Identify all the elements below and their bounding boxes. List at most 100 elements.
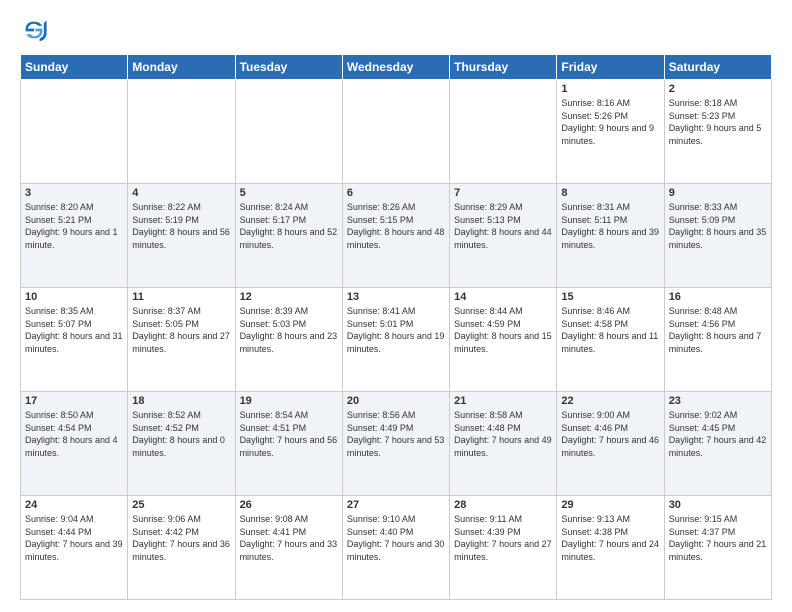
- calendar-week-row: 3 Sunrise: 8:20 AM Sunset: 5:21 PM Daylig…: [21, 184, 772, 288]
- calendar-cell: 17 Sunrise: 8:50 AM Sunset: 4:54 PM Dayli…: [21, 392, 128, 496]
- calendar-cell: 1 Sunrise: 8:16 AM Sunset: 5:26 PM Daylig…: [557, 80, 664, 184]
- calendar-cell: 28 Sunrise: 9:11 AM Sunset: 4:39 PM Dayli…: [450, 496, 557, 600]
- day-info: Sunrise: 8:52 AM Sunset: 4:52 PM Dayligh…: [132, 409, 230, 459]
- day-number: 12: [240, 291, 338, 303]
- day-number: 21: [454, 395, 552, 407]
- day-info: Sunrise: 8:31 AM Sunset: 5:11 PM Dayligh…: [561, 201, 659, 251]
- day-info: Sunrise: 8:54 AM Sunset: 4:51 PM Dayligh…: [240, 409, 338, 459]
- calendar-day-header-thursday: Thursday: [450, 55, 557, 80]
- day-info: Sunrise: 9:04 AM Sunset: 4:44 PM Dayligh…: [25, 513, 123, 563]
- day-number: 27: [347, 499, 445, 511]
- day-number: 25: [132, 499, 230, 511]
- calendar-table: SundayMondayTuesdayWednesdayThursdayFrid…: [20, 54, 772, 600]
- day-number: 18: [132, 395, 230, 407]
- calendar-cell: 22 Sunrise: 9:00 AM Sunset: 4:46 PM Dayli…: [557, 392, 664, 496]
- logo: [20, 16, 54, 44]
- day-number: 16: [669, 291, 767, 303]
- calendar-day-header-saturday: Saturday: [664, 55, 771, 80]
- calendar-header-row: SundayMondayTuesdayWednesdayThursdayFrid…: [21, 55, 772, 80]
- calendar-cell: 12 Sunrise: 8:39 AM Sunset: 5:03 PM Dayli…: [235, 288, 342, 392]
- calendar-week-row: 17 Sunrise: 8:50 AM Sunset: 4:54 PM Dayli…: [21, 392, 772, 496]
- calendar-cell: 15Sunrise: 8:46 AM Sunset: 4:58 PM Dayli…: [557, 288, 664, 392]
- day-number: 11: [132, 291, 230, 303]
- day-number: 5: [240, 187, 338, 199]
- calendar-cell: [235, 80, 342, 184]
- header: [20, 16, 772, 44]
- calendar-cell: 14 Sunrise: 8:44 AM Sunset: 4:59 PM Dayli…: [450, 288, 557, 392]
- day-number: 2: [669, 83, 767, 95]
- day-number: 20: [347, 395, 445, 407]
- day-number: 17: [25, 395, 123, 407]
- calendar-cell: 13Sunrise: 8:41 AM Sunset: 5:01 PM Dayli…: [342, 288, 449, 392]
- calendar-week-row: 1 Sunrise: 8:16 AM Sunset: 5:26 PM Daylig…: [21, 80, 772, 184]
- day-number: 24: [25, 499, 123, 511]
- day-info: Sunrise: 9:11 AM Sunset: 4:39 PM Dayligh…: [454, 513, 552, 563]
- calendar-cell: 23Sunrise: 9:02 AM Sunset: 4:45 PM Dayli…: [664, 392, 771, 496]
- calendar-cell: [128, 80, 235, 184]
- calendar-cell: 21 Sunrise: 8:58 AM Sunset: 4:48 PM Dayli…: [450, 392, 557, 496]
- day-info: Sunrise: 8:58 AM Sunset: 4:48 PM Dayligh…: [454, 409, 552, 459]
- day-number: 13: [347, 291, 445, 303]
- day-info: Sunrise: 8:29 AM Sunset: 5:13 PM Dayligh…: [454, 201, 552, 251]
- day-info: Sunrise: 8:39 AM Sunset: 5:03 PM Dayligh…: [240, 305, 338, 355]
- day-number: 15: [561, 291, 659, 303]
- day-number: 7: [454, 187, 552, 199]
- day-number: 8: [561, 187, 659, 199]
- day-info: Sunrise: 9:02 AM Sunset: 4:45 PM Dayligh…: [669, 409, 767, 459]
- calendar-cell: 11 Sunrise: 8:37 AM Sunset: 5:05 PM Dayli…: [128, 288, 235, 392]
- calendar-day-header-monday: Monday: [128, 55, 235, 80]
- day-number: 19: [240, 395, 338, 407]
- day-info: Sunrise: 9:06 AM Sunset: 4:42 PM Dayligh…: [132, 513, 230, 563]
- calendar-week-row: 10 Sunrise: 8:35 AM Sunset: 5:07 PM Dayli…: [21, 288, 772, 392]
- day-number: 26: [240, 499, 338, 511]
- day-info: Sunrise: 9:00 AM Sunset: 4:46 PM Dayligh…: [561, 409, 659, 459]
- calendar-day-header-friday: Friday: [557, 55, 664, 80]
- day-info: Sunrise: 8:35 AM Sunset: 5:07 PM Dayligh…: [25, 305, 123, 355]
- day-number: 9: [669, 187, 767, 199]
- calendar-cell: 8 Sunrise: 8:31 AM Sunset: 5:11 PM Daylig…: [557, 184, 664, 288]
- logo-icon: [20, 16, 48, 44]
- day-info: Sunrise: 8:50 AM Sunset: 4:54 PM Dayligh…: [25, 409, 123, 459]
- calendar-cell: 10 Sunrise: 8:35 AM Sunset: 5:07 PM Dayli…: [21, 288, 128, 392]
- calendar-cell: 6 Sunrise: 8:26 AM Sunset: 5:15 PM Daylig…: [342, 184, 449, 288]
- calendar-week-row: 24 Sunrise: 9:04 AM Sunset: 4:44 PM Dayli…: [21, 496, 772, 600]
- calendar-cell: 19 Sunrise: 8:54 AM Sunset: 4:51 PM Dayli…: [235, 392, 342, 496]
- calendar-cell: [21, 80, 128, 184]
- calendar-cell: 30Sunrise: 9:15 AM Sunset: 4:37 PM Dayli…: [664, 496, 771, 600]
- day-number: 3: [25, 187, 123, 199]
- day-number: 6: [347, 187, 445, 199]
- calendar-day-header-tuesday: Tuesday: [235, 55, 342, 80]
- calendar-cell: 16 Sunrise: 8:48 AM Sunset: 4:56 PM Dayli…: [664, 288, 771, 392]
- day-info: Sunrise: 8:48 AM Sunset: 4:56 PM Dayligh…: [669, 305, 767, 355]
- calendar-day-header-sunday: Sunday: [21, 55, 128, 80]
- day-info: Sunrise: 9:15 AM Sunset: 4:37 PM Dayligh…: [669, 513, 767, 563]
- day-info: Sunrise: 8:24 AM Sunset: 5:17 PM Dayligh…: [240, 201, 338, 251]
- calendar-cell: [342, 80, 449, 184]
- day-info: Sunrise: 8:20 AM Sunset: 5:21 PM Dayligh…: [25, 201, 123, 251]
- day-info: Sunrise: 8:56 AM Sunset: 4:49 PM Dayligh…: [347, 409, 445, 459]
- day-info: Sunrise: 8:44 AM Sunset: 4:59 PM Dayligh…: [454, 305, 552, 355]
- calendar-cell: 2Sunrise: 8:18 AM Sunset: 5:23 PM Daylig…: [664, 80, 771, 184]
- day-number: 28: [454, 499, 552, 511]
- calendar-cell: 29 Sunrise: 9:13 AM Sunset: 4:38 PM Dayli…: [557, 496, 664, 600]
- day-info: Sunrise: 8:16 AM Sunset: 5:26 PM Dayligh…: [561, 97, 659, 147]
- day-info: Sunrise: 9:13 AM Sunset: 4:38 PM Dayligh…: [561, 513, 659, 563]
- calendar-cell: 3 Sunrise: 8:20 AM Sunset: 5:21 PM Daylig…: [21, 184, 128, 288]
- day-number: 1: [561, 83, 659, 95]
- day-info: Sunrise: 8:22 AM Sunset: 5:19 PM Dayligh…: [132, 201, 230, 251]
- day-number: 14: [454, 291, 552, 303]
- calendar-cell: 9 Sunrise: 8:33 AM Sunset: 5:09 PM Daylig…: [664, 184, 771, 288]
- calendar-cell: 7 Sunrise: 8:29 AM Sunset: 5:13 PM Daylig…: [450, 184, 557, 288]
- day-number: 29: [561, 499, 659, 511]
- day-info: Sunrise: 8:33 AM Sunset: 5:09 PM Dayligh…: [669, 201, 767, 251]
- day-number: 22: [561, 395, 659, 407]
- calendar-cell: 24 Sunrise: 9:04 AM Sunset: 4:44 PM Dayli…: [21, 496, 128, 600]
- calendar-cell: 25 Sunrise: 9:06 AM Sunset: 4:42 PM Dayli…: [128, 496, 235, 600]
- day-number: 4: [132, 187, 230, 199]
- calendar-cell: 27Sunrise: 9:10 AM Sunset: 4:40 PM Dayli…: [342, 496, 449, 600]
- day-number: 10: [25, 291, 123, 303]
- day-info: Sunrise: 8:26 AM Sunset: 5:15 PM Dayligh…: [347, 201, 445, 251]
- calendar-cell: 5 Sunrise: 8:24 AM Sunset: 5:17 PM Daylig…: [235, 184, 342, 288]
- day-info: Sunrise: 8:37 AM Sunset: 5:05 PM Dayligh…: [132, 305, 230, 355]
- calendar-cell: 4 Sunrise: 8:22 AM Sunset: 5:19 PM Daylig…: [128, 184, 235, 288]
